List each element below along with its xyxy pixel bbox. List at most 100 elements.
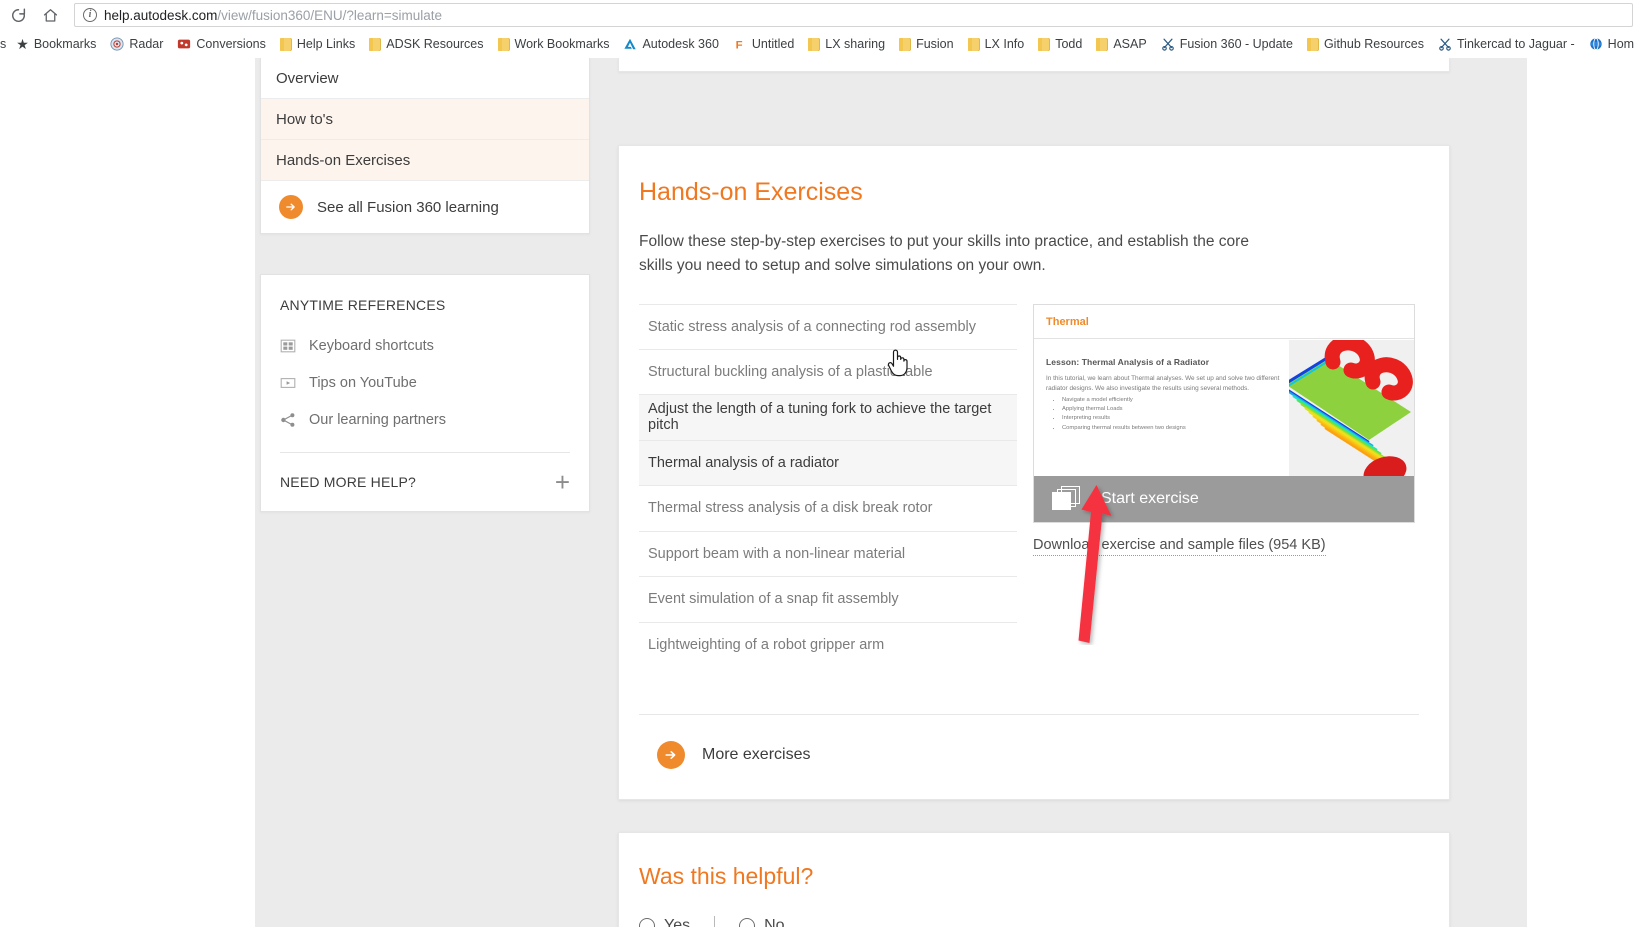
bookmark-untitled[interactable]: F Untitled <box>727 33 800 55</box>
exercise-label: Static stress analysis of a connecting r… <box>648 318 977 335</box>
url-path: /view/fusion360/ENU/?learn=simulate <box>217 7 443 23</box>
folder-icon <box>967 37 980 51</box>
bookmark-help-links[interactable]: Help Links <box>274 33 361 55</box>
list-item[interactable]: Static stress analysis of a connecting r… <box>639 304 1017 350</box>
bookmark-todd[interactable]: Todd <box>1032 33 1088 55</box>
bookmark-label: Bookmarks <box>33 37 97 51</box>
globe-icon <box>1589 37 1602 51</box>
anytime-references-card: ANYTIME REFERENCES Keyboard shortcuts Ti… <box>260 274 590 512</box>
preview-category-label: Thermal <box>1046 315 1089 328</box>
bookmark-home[interactable]: Hom <box>1583 33 1640 55</box>
bookmark-autodesk-360[interactable]: Autodesk 360 <box>617 33 724 55</box>
expand-plus-icon[interactable]: + <box>555 469 570 495</box>
fusion-f-icon: F <box>736 39 743 51</box>
bookmark-conversions[interactable]: Conversions <box>171 33 271 55</box>
folder-icon <box>369 37 382 51</box>
home-icon[interactable] <box>36 1 64 29</box>
sidebar-item-label: Overview <box>276 69 339 87</box>
reload-icon[interactable] <box>4 1 32 29</box>
exercise-label: Thermal stress analysis of a disk break … <box>648 500 933 517</box>
see-all-fusion-learning-link[interactable]: See all Fusion 360 learning <box>261 181 589 233</box>
list-item[interactable]: Adjust the length of a tuning fork to ac… <box>639 395 1017 441</box>
bookmark-work-bookmarks[interactable]: Work Bookmarks <box>492 33 616 55</box>
list-item[interactable]: Thermal analysis of a radiator <box>639 440 1017 486</box>
arrow-right-circle-icon <box>657 741 685 769</box>
list-item[interactable]: Event simulation of a snap fit assembly <box>639 577 1017 623</box>
folder-icon <box>808 37 821 51</box>
list-item[interactable]: Structural buckling analysis of a plasti… <box>639 350 1017 395</box>
feedback-options: Yes No <box>639 916 1419 927</box>
feedback-yes-option[interactable]: Yes <box>639 917 690 927</box>
bookmark-lx-info[interactable]: LX Info <box>962 33 1031 55</box>
see-all-label: See all Fusion 360 learning <box>317 198 499 216</box>
site-info-icon[interactable]: i <box>83 8 97 22</box>
list-item[interactable]: Thermal stress analysis of a disk break … <box>639 486 1017 532</box>
bookmark-fusion-360-update[interactable]: Fusion 360 - Update <box>1155 33 1299 55</box>
arrow-right-circle-icon <box>279 195 303 219</box>
bookmark-lx-sharing[interactable]: LX sharing <box>802 33 891 55</box>
reference-item-our-learning-partners[interactable]: Our learning partners <box>261 401 589 438</box>
bookmark-label: Hom <box>1607 37 1635 51</box>
radar-icon <box>110 37 124 51</box>
stacked-pages-icon <box>1052 486 1082 512</box>
bookmark-label: ASAP <box>1113 37 1147 51</box>
folder-icon <box>497 37 510 51</box>
download-exercise-files-link[interactable]: Download exercise and sample files (954 … <box>1033 537 1326 556</box>
start-exercise-button[interactable]: Start exercise <box>1034 476 1414 522</box>
bookmark-label: Radar <box>129 37 164 51</box>
bookmark-adsk-resources[interactable]: ADSK Resources <box>363 33 489 55</box>
start-exercise-label: Start exercise <box>1101 490 1199 507</box>
feedback-no-option[interactable]: No <box>739 917 785 927</box>
radio-circle-icon[interactable] <box>739 917 756 927</box>
sidebar-item-overview[interactable]: Overview <box>261 58 589 99</box>
list-item[interactable]: Support beam with a non-linear material <box>639 532 1017 577</box>
keyboard-grid-icon <box>280 338 296 354</box>
page-viewport: Overview How to's Hands-on Exercises See… <box>0 58 1643 927</box>
sidebar-item-how-tos[interactable]: How to's <box>261 99 589 140</box>
feedback-separator <box>714 916 716 927</box>
bookmark-fusion[interactable]: Fusion <box>893 33 960 55</box>
feedback-title: Was this helpful? <box>639 863 814 889</box>
bookmark-bookmarks[interactable]: ★ Bookmarks <box>10 33 102 55</box>
reference-item-tips-on-youtube[interactable]: Tips on YouTube <box>261 364 589 401</box>
more-exercises-link[interactable]: More exercises <box>639 741 1419 769</box>
bookmark-label: ADSK Resources <box>386 37 484 51</box>
folder-icon <box>1038 37 1051 51</box>
svg-text:F: F <box>736 39 743 51</box>
bookmark-label: Work Bookmarks <box>514 37 610 51</box>
exercises-body: Static stress analysis of a connecting r… <box>639 304 1419 668</box>
address-bar[interactable]: i help.autodesk.com/view/fusion360/ENU/?… <box>74 3 1633 27</box>
preview-bullet: Interpreting results <box>1062 414 1283 423</box>
sidebar-item-hands-on-exercises[interactable]: Hands-on Exercises <box>261 140 589 181</box>
folder-icon <box>1306 37 1319 51</box>
exercise-preview-column: Thermal Lesson: Thermal Analysis of a Ra… <box>1033 304 1415 668</box>
list-item[interactable]: Lightweighting of a robot gripper arm <box>639 623 1017 669</box>
reference-item-keyboard-shortcuts[interactable]: Keyboard shortcuts <box>261 327 589 364</box>
bookmark-github-resources[interactable]: Github Resources <box>1301 33 1430 55</box>
previous-section-card-bottom <box>618 58 1450 72</box>
preview-bullet: Navigate a model efficiently <box>1062 396 1283 405</box>
bookmark-label: Fusion 360 - Update <box>1179 37 1293 51</box>
browser-chrome: i help.autodesk.com/view/fusion360/ENU/?… <box>0 0 1643 58</box>
feedback-yes-label: Yes <box>664 916 691 927</box>
bookmark-label: Github Resources <box>1323 37 1425 51</box>
exercise-label: Thermal analysis of a radiator <box>648 454 839 471</box>
bookmarks-bar: s ★ Bookmarks Radar Conversions Help Lin… <box>0 30 1643 58</box>
radio-circle-icon[interactable] <box>639 917 655 927</box>
share-nodes-icon <box>280 412 296 428</box>
preview-lesson-title: Lesson: Thermal Analysis of a Radiator <box>1046 357 1210 367</box>
preview-lesson-paragraph: In this tutorial, we learn about Thermal… <box>1046 375 1280 392</box>
preview-lesson-bullets: Navigate a model efficiently Applying th… <box>1053 396 1283 433</box>
need-more-help-section[interactable]: NEED MORE HELP? + <box>261 453 589 511</box>
exercise-preview-card[interactable]: Thermal Lesson: Thermal Analysis of a Ra… <box>1033 304 1415 523</box>
anytime-references-title: ANYTIME REFERENCES <box>280 297 446 313</box>
need-more-help-title: NEED MORE HELP? <box>280 474 417 490</box>
bookmark-tinkercad-to-jaguar[interactable]: Tinkercad to Jaguar - <box>1432 33 1581 55</box>
exercise-label: Event simulation of a snap fit assembly <box>648 591 899 608</box>
bookmark-radar[interactable]: Radar <box>104 33 169 55</box>
exercise-label: Adjust the length of a tuning fork to ac… <box>648 401 992 434</box>
radiator-render-image <box>1289 340 1414 485</box>
bookmark-asap[interactable]: ASAP <box>1090 33 1152 55</box>
sidebar-item-label: How to's <box>276 110 334 128</box>
bookmark-label: LX sharing <box>825 37 886 51</box>
